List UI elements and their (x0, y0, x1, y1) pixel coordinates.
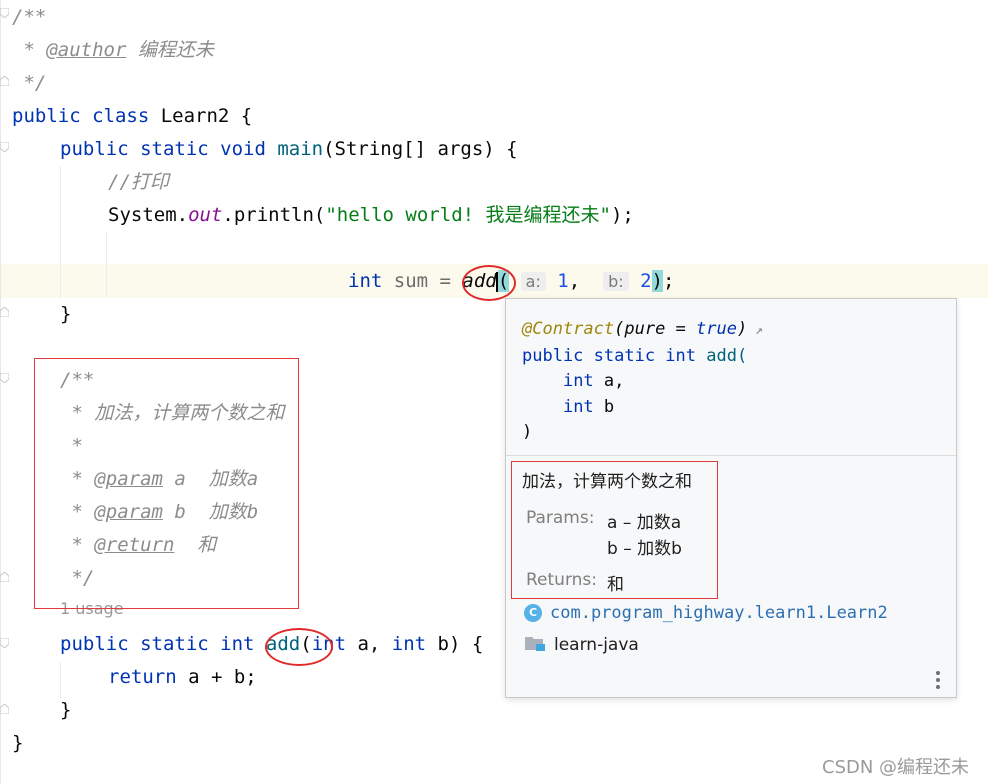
code-line[interactable]: } (60, 695, 71, 725)
fold-marker[interactable] (0, 307, 9, 317)
keyword: public static void (60, 138, 278, 160)
code-line[interactable]: //打印 (108, 167, 169, 197)
code-text: (String[] args) { (323, 138, 518, 160)
class-icon: C (524, 604, 542, 622)
code-line[interactable]: public static void main(String[] args) { (60, 134, 518, 164)
fold-marker[interactable] (0, 572, 9, 582)
doc-highlight-box (511, 461, 718, 599)
boolean-literal: true (696, 319, 737, 339)
keyword: public class (12, 105, 161, 127)
param-name: b (593, 396, 615, 417)
watermark: CSDN @编程还未 (822, 757, 970, 778)
javadoc-tag: @author (46, 39, 127, 61)
string-literal: "hello world! 我是编程还未" (325, 204, 611, 226)
annotation[interactable]: @Contract (522, 319, 614, 339)
code-line[interactable]: /** (12, 2, 46, 32)
code-line[interactable]: } (60, 299, 71, 329)
call-highlight-oval (462, 265, 516, 301)
code-text: System. (108, 204, 189, 226)
quick-documentation-popup[interactable]: @Contract(pure = true) ↗ public static i… (505, 298, 957, 698)
keyword: int (562, 396, 594, 417)
method-name: main (277, 138, 324, 160)
static-field: out (188, 204, 223, 226)
code-text: } (12, 732, 24, 754)
comment: * (12, 39, 47, 61)
fold-marker[interactable] (0, 638, 9, 648)
param-hint-b: b: (603, 272, 629, 291)
code-line[interactable]: } (12, 728, 23, 758)
class-declaration: Learn2 { (160, 105, 253, 127)
param-hint-a: a: (520, 272, 546, 291)
class-reference[interactable]: C com.program_highway.learn1.Learn2 (524, 603, 888, 623)
code-line[interactable]: public class Learn2 { (12, 101, 252, 131)
code-text: , (568, 270, 604, 292)
comment: /** (12, 6, 47, 28)
code-line[interactable]: */ (12, 68, 46, 98)
param-name: a, (593, 371, 625, 391)
gutter-border (0, 0, 1, 784)
more-options-icon[interactable] (936, 671, 942, 689)
code-text: } (60, 699, 72, 721)
code-line[interactable]: System.out.println("hello world! 我是编程还未"… (108, 200, 634, 230)
keyword: return (108, 666, 177, 688)
keyword: public static int (522, 345, 707, 366)
signature-close: ) (522, 422, 533, 442)
code-text: } (60, 303, 72, 325)
fold-marker[interactable] (0, 8, 9, 18)
code-text: a + b; (176, 666, 257, 688)
annotation-args: (pure = true) (614, 319, 748, 339)
fold-marker[interactable] (0, 704, 9, 714)
keyword: int (348, 270, 383, 292)
number-literal: 1 (557, 270, 569, 292)
fold-marker[interactable] (0, 142, 9, 152)
declaration-highlight-oval (265, 628, 333, 666)
indent-guide (60, 662, 61, 698)
divider (506, 455, 956, 456)
javadoc-highlight-box (34, 358, 299, 609)
code-text: sum = (382, 270, 463, 292)
comment: //打印 (108, 171, 169, 193)
indent-guide (60, 166, 61, 298)
comment: 编程还未 (126, 39, 214, 61)
bracket-match: ) (651, 270, 663, 292)
fold-marker[interactable] (0, 373, 9, 383)
comment: */ (12, 72, 47, 94)
keyword: int (562, 371, 594, 391)
keyword: int (391, 633, 427, 655)
method-name: add( (706, 345, 748, 366)
code-text: .println( (222, 204, 326, 226)
code-line[interactable]: * @author 编程还未 (12, 35, 214, 65)
module-name: learn-java (554, 635, 639, 655)
indent-guide (106, 232, 107, 298)
code-text: a, (346, 633, 392, 655)
method-signature: @Contract(pure = true) ↗ public static i… (522, 317, 763, 446)
code-text: ); (610, 204, 634, 226)
fold-marker[interactable] (0, 76, 9, 86)
class-path[interactable]: com.program_highway.learn1.Learn2 (550, 603, 888, 623)
code-line[interactable]: return a + b; (108, 662, 257, 692)
external-link-icon[interactable]: ↗ (747, 323, 763, 338)
code-text: ; (662, 270, 675, 292)
keyword: public static int (60, 633, 266, 655)
folder-icon (524, 634, 546, 656)
module-reference: learn-java (524, 634, 639, 656)
code-text: b) { (426, 633, 484, 655)
number-literal: 2 (640, 270, 652, 292)
